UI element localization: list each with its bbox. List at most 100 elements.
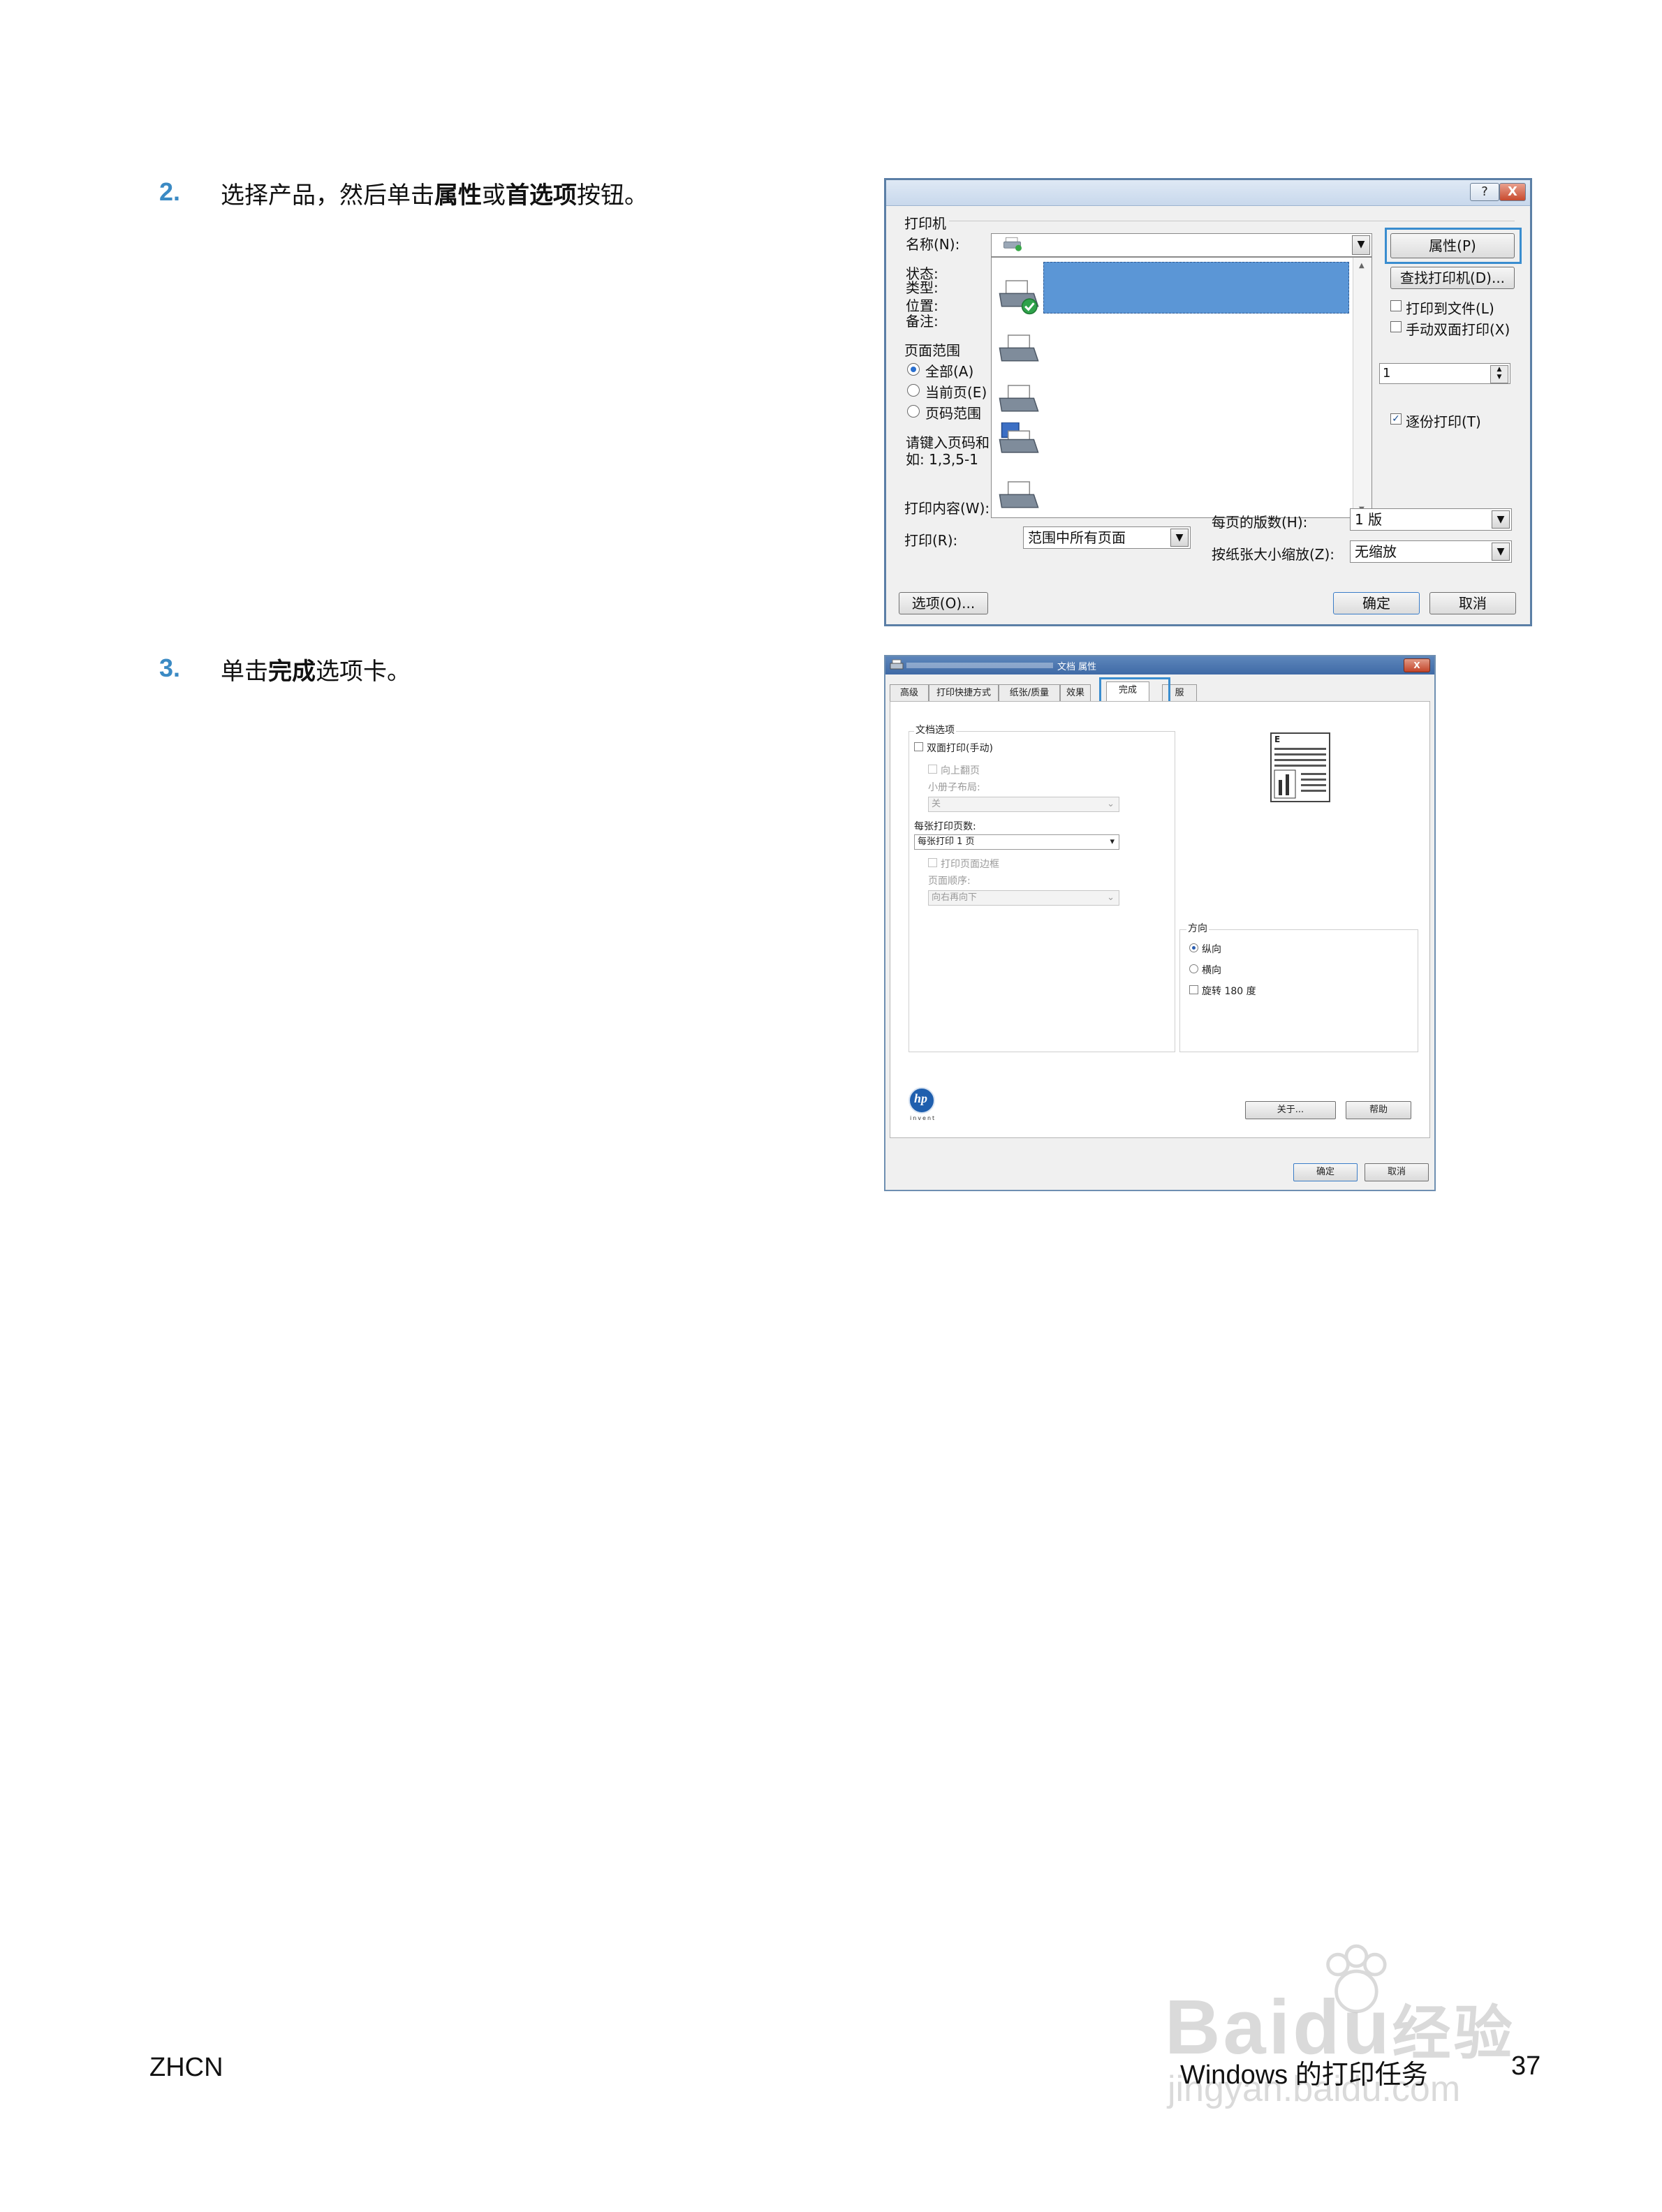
footer-left: ZHCN (149, 2053, 223, 2082)
booklet-layout-value: 关 (932, 799, 941, 809)
printer-title-icon (890, 659, 904, 670)
printer-name-label: 名称(N): (906, 236, 960, 253)
properties-close-button[interactable]: X (1404, 658, 1430, 672)
svg-text:E: E (1274, 735, 1280, 744)
printer-list[interactable]: ▲ ▼ (991, 257, 1372, 518)
tab-advanced[interactable]: 高级 (890, 684, 929, 701)
collate-checkbox[interactable]: ✓ (1390, 413, 1402, 425)
rotate-180-checkbox[interactable] (1189, 985, 1198, 994)
printer-group-label: 打印机 (904, 215, 946, 232)
step-2-text-pre: 选择产品，然后单击 (221, 182, 434, 209)
tab-effects[interactable]: 效果 (1060, 684, 1091, 701)
tab-printing-shortcuts[interactable]: 打印快捷方式 (929, 684, 999, 701)
cancel-button[interactable]: 取消 (1429, 592, 1516, 614)
pages-per-sheet-select-2[interactable]: 每张打印 1 页 ▾ (914, 834, 1119, 850)
finishing-panel: 文档选项 双面打印(手动) 向上翻页 小册子布局: 关 ⌄ 每张打印页数: 每张打… (890, 701, 1430, 1138)
properties-cancel-button[interactable]: 取消 (1365, 1163, 1429, 1181)
page-order-label: 页面顺序: (928, 876, 971, 887)
manual-duplex-checkbox[interactable] (1390, 321, 1402, 332)
pages-per-sheet-value: 1 版 (1355, 511, 1383, 528)
properties-title: 文档 属性 (1057, 662, 1097, 672)
page-order-select[interactable]: 向右再向下 ⌄ (928, 890, 1119, 906)
printer-icon (1003, 237, 1022, 251)
printer-list-selected-row[interactable] (1043, 262, 1349, 314)
comment-label: 备注: (906, 313, 939, 330)
step-3-text-post: 选项卡。 (316, 658, 411, 686)
print-label: 打印(R): (904, 532, 958, 549)
print-to-file-checkbox[interactable] (1390, 300, 1402, 311)
footer-page-number: 37 (1511, 2051, 1541, 2081)
print-dialog: ? X 打印机 名称(N): 状态: 类型: 位置: 备注: ▼ ▲ 属性(P)… (884, 178, 1532, 626)
manual-duplex-label: 手动双面打印(X) (1406, 321, 1510, 338)
title-redacted-model (906, 663, 1053, 668)
ok-button[interactable]: 确定 (1333, 592, 1420, 614)
flip-pages-up-checkbox[interactable] (928, 765, 937, 774)
collate-label: 逐份打印(T) (1406, 413, 1481, 430)
copies-spin-buttons[interactable]: ▲ ▼ (1490, 365, 1508, 383)
find-printer-button[interactable]: 查找打印机(D)... (1390, 267, 1515, 289)
range-all-label: 全部(A) (925, 363, 974, 380)
properties-ok-button[interactable]: 确定 (1293, 1163, 1358, 1181)
printer-icon-5[interactable] (997, 480, 1040, 516)
landscape-radio[interactable] (1189, 964, 1198, 973)
scale-label: 按纸张大小缩放(Z): (1212, 546, 1335, 563)
printer-icon-3[interactable] (997, 383, 1040, 420)
printer-icon-default[interactable] (997, 279, 1040, 315)
pages-per-sheet-select[interactable]: 1 版 ▼ (1350, 508, 1512, 531)
step-3-text-pre: 单击 (221, 658, 268, 686)
range-pages-radio[interactable] (907, 405, 920, 418)
duplex-manual-checkbox[interactable] (914, 742, 923, 751)
scale-dropdown-arrow[interactable]: ▼ (1492, 543, 1510, 561)
range-all-radio[interactable] (907, 363, 920, 376)
duplex-manual-label: 双面打印(手动) (927, 743, 993, 754)
pages-per-sheet-value-2: 每张打印 1 页 (918, 836, 975, 847)
printer-icon-2[interactable] (997, 333, 1040, 369)
pages-per-sheet-label: 每页的版数(H): (1212, 514, 1308, 531)
flip-pages-up-label: 向上翻页 (941, 765, 980, 776)
booklet-layout-select[interactable]: 关 ⌄ (928, 797, 1119, 812)
scale-select[interactable]: 无缩放 ▼ (1350, 540, 1512, 563)
hp-logo: hp (909, 1087, 935, 1114)
print-range-dropdown-arrow[interactable]: ▼ (1170, 529, 1189, 547)
help-button[interactable]: ? (1470, 183, 1499, 201)
watermark-paw-icon (1326, 1944, 1387, 2014)
portrait-radio[interactable] (1189, 943, 1198, 952)
document-properties-dialog: 文档 属性 X 高级 打印快捷方式 纸张/质量 效果 完成 服务 文档选项 双面… (884, 655, 1436, 1191)
rotate-180-label: 旋转 180 度 (1202, 986, 1256, 997)
printer-list-scrollbar[interactable]: ▲ ▼ (1353, 258, 1371, 517)
properties-button-highlight (1385, 228, 1522, 264)
range-current-radio[interactable] (907, 384, 920, 397)
page-order-value: 向右再向下 (932, 892, 978, 903)
copies-spinner[interactable]: 1 ▲ ▼ (1379, 363, 1510, 384)
booklet-layout-label: 小册子布局: (928, 782, 980, 793)
page-preview-image: E (1270, 732, 1330, 802)
print-range-value: 范围中所有页面 (1028, 529, 1126, 546)
booklet-dropdown-arrow[interactable]: ⌄ (1107, 797, 1115, 811)
close-button[interactable]: X (1499, 183, 1526, 201)
print-what-label: 打印内容(W): (904, 500, 990, 517)
type-label: 类型: (906, 279, 939, 296)
options-button[interactable]: 选项(O)... (899, 592, 988, 614)
copies-value: 1 (1383, 366, 1391, 381)
print-dialog-titlebar: ? X (886, 180, 1530, 206)
step-2-bold-properties: 属性 (434, 182, 482, 209)
print-page-borders-checkbox[interactable] (928, 858, 937, 867)
printer-name-dropdown-arrow[interactable]: ▼ (1352, 235, 1370, 255)
scroll-up-arrow[interactable]: ▲ (1359, 262, 1365, 270)
step-2-bold-preferences: 首选项 (506, 182, 577, 209)
print-to-file-label: 打印到文件(L) (1406, 300, 1494, 317)
step-3-number: 3. (159, 654, 181, 682)
printer-name-combo[interactable]: ▼ (991, 233, 1372, 257)
pages-per-sheet-dropdown-arrow-2[interactable]: ▾ (1110, 835, 1115, 849)
step-3-text: 单击完成选项卡。 (221, 652, 411, 686)
help-button-2[interactable]: 帮助 (1346, 1101, 1411, 1119)
hp-logo-text: hp (914, 1091, 928, 1105)
pages-per-sheet-dropdown-arrow[interactable]: ▼ (1492, 510, 1510, 529)
tab-paper-quality[interactable]: 纸张/质量 (999, 684, 1060, 701)
step-2-text: 选择产品，然后单击属性或首选项按钮。 (221, 176, 648, 210)
range-hint-2: 如: 1,3,5-1 (906, 451, 978, 468)
about-button[interactable]: 关于... (1245, 1101, 1336, 1119)
fax-printer-icon[interactable] (997, 422, 1040, 459)
print-range-select[interactable]: 范围中所有页面 ▼ (1023, 526, 1191, 549)
page-order-dropdown-arrow[interactable]: ⌄ (1107, 891, 1115, 905)
